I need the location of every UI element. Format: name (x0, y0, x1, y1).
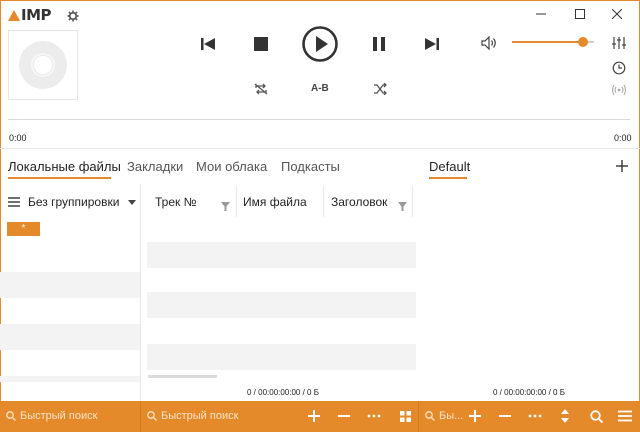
footer-divider (140, 401, 141, 432)
search-icon (147, 411, 157, 421)
previous-track-button[interactable] (198, 34, 218, 54)
close-button[interactable] (594, 0, 640, 28)
volume-speaker-icon[interactable] (480, 35, 498, 51)
group-row-stripe (0, 272, 140, 298)
search-placeholder: Бы... (439, 410, 464, 422)
track-row-stripe (147, 242, 416, 268)
ab-repeat-button[interactable]: A-B (311, 83, 329, 94)
broadcast-icon[interactable] (611, 82, 627, 98)
track-row-stripe (147, 292, 416, 318)
more-icon[interactable] (364, 406, 384, 426)
repeat-off-icon[interactable] (252, 81, 270, 97)
search-icon (6, 411, 16, 421)
quick-search-input-tracks[interactable]: Быстрый поиск (147, 410, 238, 422)
play-button[interactable] (301, 25, 339, 63)
active-playlist-indicator (429, 177, 467, 179)
column-separator (412, 186, 413, 217)
volume-knob[interactable] (577, 37, 588, 47)
grouping-dropdown-arrow-icon[interactable] (127, 199, 136, 205)
column-separator (236, 186, 237, 217)
library-status: 0 / 00:00:00:00 / 0 Б (247, 388, 319, 397)
tab-local-files[interactable]: Локальные файлы (8, 159, 121, 179)
footer-divider (418, 401, 419, 432)
quick-search-input-groups[interactable]: Быстрый поиск (6, 410, 97, 422)
remove-button[interactable] (334, 406, 354, 426)
group-row-stripe (0, 324, 140, 350)
search-placeholder: Быстрый поиск (161, 410, 239, 422)
settings-gear-icon[interactable] (67, 9, 79, 22)
panel-divider (140, 184, 141, 401)
search-icon[interactable] (586, 406, 606, 426)
search-placeholder: Быстрый поиск (20, 410, 98, 422)
add-playlist-icon[interactable] (615, 159, 629, 173)
logo-text: IMP (21, 6, 52, 24)
divider (0, 148, 640, 149)
column-header-title[interactable]: Заголовок (331, 195, 387, 209)
cd-disc-icon (19, 41, 67, 89)
sort-updown-icon[interactable] (555, 406, 575, 426)
search-icon (425, 411, 435, 421)
shuffle-icon[interactable] (371, 81, 389, 97)
column-header-track-number[interactable]: Трек № (155, 195, 196, 209)
grouping-label[interactable]: Без группировки (28, 195, 119, 209)
filter-icon[interactable] (398, 198, 407, 211)
album-cover (8, 30, 78, 100)
tab-podcasts[interactable]: Подкасты (281, 159, 340, 179)
add-button[interactable] (304, 406, 324, 426)
tab-label: Default (429, 159, 471, 174)
equalizer-icon[interactable] (611, 35, 627, 51)
logo-triangle-icon (8, 9, 20, 21)
group-row-stripe (0, 376, 140, 382)
stop-button[interactable] (251, 34, 271, 54)
track-row-stripe (147, 344, 416, 370)
pause-button[interactable] (369, 34, 389, 54)
playlist-remove-button[interactable] (495, 406, 515, 426)
menu-icon[interactable] (615, 406, 635, 426)
app-logo[interactable]: IMP (8, 6, 52, 24)
volume-fill (512, 41, 583, 43)
tab-label: Локальные файлы (8, 159, 121, 174)
column-header-filename[interactable]: Имя файла (243, 195, 307, 209)
playlist-add-button[interactable] (465, 406, 485, 426)
playlist-status: 0 / 00:00:00:00 / 0 Б (493, 388, 565, 397)
tab-my-clouds[interactable]: Мои облака (196, 159, 267, 179)
grid-view-icon[interactable] (395, 406, 415, 426)
seek-bar[interactable] (8, 119, 630, 120)
next-track-button[interactable] (422, 34, 442, 54)
horizontal-scrollbar[interactable] (148, 375, 217, 378)
tab-playlist-default[interactable]: Default (429, 159, 470, 179)
quick-search-input-playlist[interactable]: Бы... (425, 410, 463, 422)
menu-hamburger-icon[interactable] (7, 196, 20, 208)
group-badge[interactable]: * (7, 222, 40, 236)
filter-icon[interactable] (221, 198, 230, 211)
playlist-more-icon[interactable] (525, 406, 545, 426)
active-tab-indicator (8, 177, 111, 179)
elapsed-time: 0:00 (9, 133, 27, 143)
tab-bookmarks[interactable]: Закладки (127, 159, 183, 179)
column-separator (323, 186, 324, 217)
total-time: 0:00 (614, 133, 632, 143)
clock-icon[interactable] (611, 60, 627, 76)
